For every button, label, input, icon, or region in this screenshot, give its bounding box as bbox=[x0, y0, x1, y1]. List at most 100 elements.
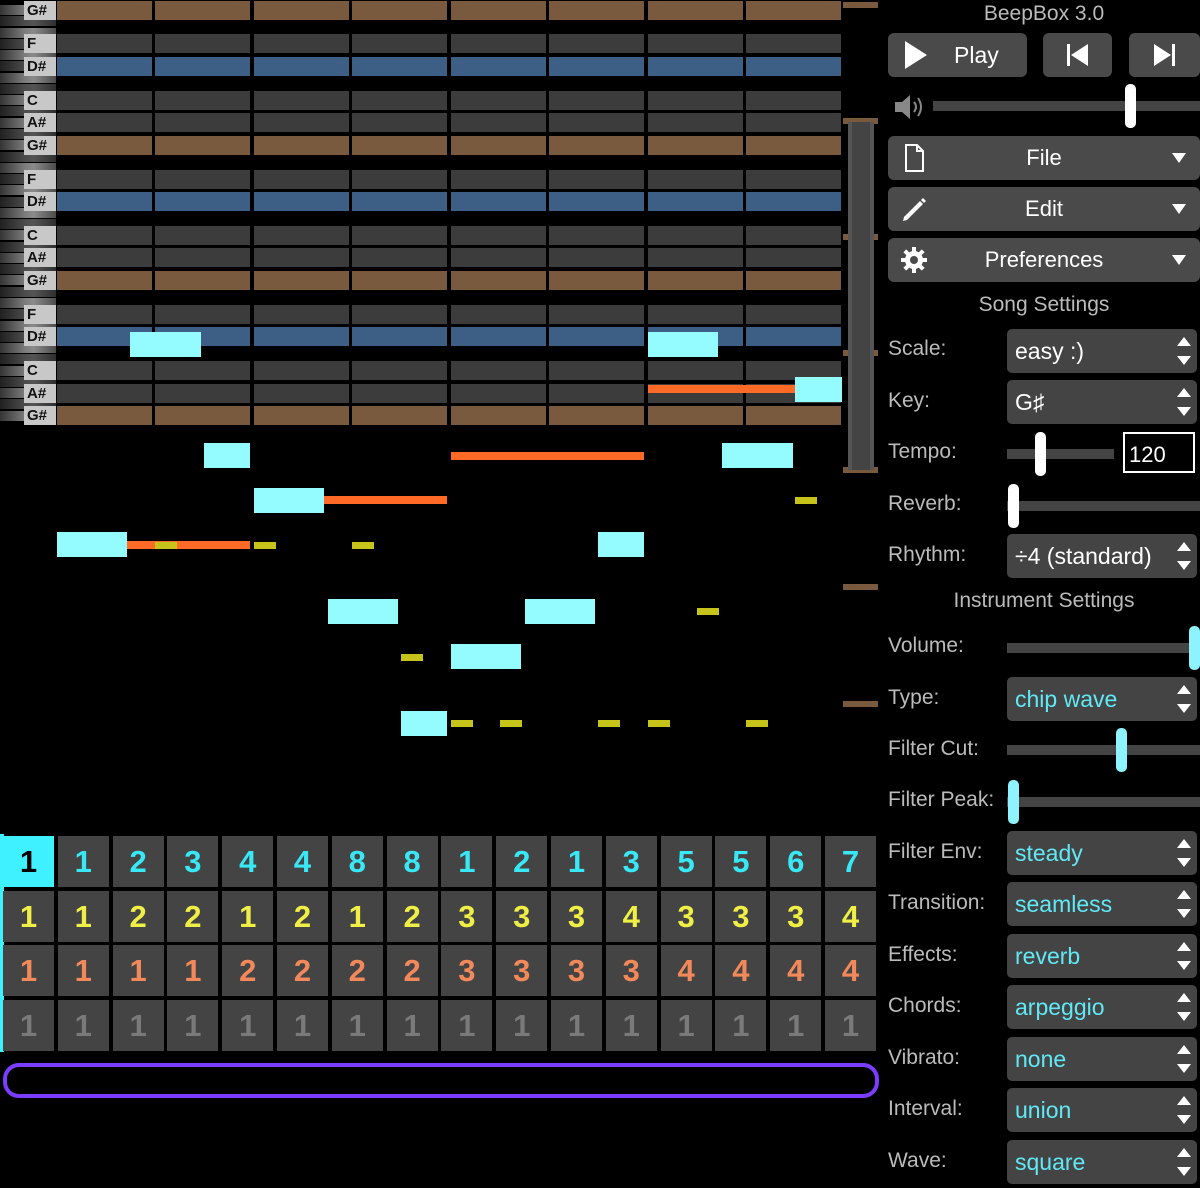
scale-select[interactable]: easy :) bbox=[1007, 329, 1197, 373]
track-pattern-cell[interactable]: 2 bbox=[112, 890, 164, 942]
instrument-volume-track[interactable] bbox=[1007, 643, 1200, 653]
track-pattern-cell[interactable]: 1 bbox=[441, 836, 493, 887]
pitch-row-cell[interactable] bbox=[254, 327, 349, 347]
pitch-row-cell[interactable] bbox=[451, 90, 546, 110]
pitch-row-cell[interactable] bbox=[254, 361, 349, 381]
pitch-row-cell[interactable] bbox=[746, 225, 841, 245]
track-pattern-cell[interactable]: 2 bbox=[277, 890, 328, 942]
pitch-row-cell[interactable] bbox=[549, 0, 644, 20]
reverb-slider-track[interactable] bbox=[1007, 501, 1200, 511]
pitch-row-cell[interactable] bbox=[549, 135, 644, 155]
pitch-row-cell[interactable] bbox=[746, 327, 841, 347]
note[interactable] bbox=[204, 443, 250, 468]
pitch-row-cell[interactable] bbox=[57, 169, 152, 189]
pitch-row-cell[interactable] bbox=[746, 113, 841, 133]
pitch-row-cell[interactable] bbox=[57, 192, 152, 212]
track-pattern-cell[interactable]: 2 bbox=[277, 945, 328, 996]
pitch-row-cell[interactable] bbox=[451, 361, 546, 381]
filter-env-select[interactable]: steady bbox=[1007, 831, 1197, 875]
track-pattern-cell[interactable]: 1 bbox=[112, 945, 164, 996]
pitch-row-cell[interactable] bbox=[352, 361, 447, 381]
track-pattern-cell[interactable]: 3 bbox=[660, 890, 712, 942]
track-pattern-cell[interactable]: 3 bbox=[167, 836, 219, 887]
pitch-row-cell[interactable] bbox=[155, 169, 250, 189]
pattern-editor[interactable]: G# F D# C A# G# F D# C A# G# F D# C A# G# bbox=[0, 0, 880, 830]
track-pattern-cell[interactable]: 1 bbox=[57, 890, 109, 942]
pitch-row-cell[interactable] bbox=[352, 327, 447, 347]
pitch-row-cell[interactable] bbox=[155, 0, 250, 20]
pitch-row-cell[interactable] bbox=[451, 406, 546, 426]
pitch-row-cell[interactable] bbox=[549, 383, 644, 403]
track-pattern-cell[interactable]: 5 bbox=[660, 836, 712, 887]
pitch-row-cell[interactable] bbox=[648, 304, 743, 324]
pitch-row-cell[interactable] bbox=[57, 248, 152, 268]
pitch-row-cell[interactable] bbox=[648, 225, 743, 245]
pitch-row-cell[interactable] bbox=[352, 248, 447, 268]
interval-select[interactable]: union bbox=[1007, 1088, 1197, 1132]
pitch-row-cell[interactable] bbox=[254, 270, 349, 290]
pitch-row-cell[interactable] bbox=[254, 248, 349, 268]
pitch-row-cell[interactable] bbox=[155, 225, 250, 245]
play-button[interactable]: Play bbox=[888, 33, 1027, 77]
pitch-row-cell[interactable] bbox=[746, 304, 841, 324]
pitch-row-cell[interactable] bbox=[254, 135, 349, 155]
pitch-row-cell[interactable] bbox=[451, 327, 546, 347]
pitch-row-cell[interactable] bbox=[648, 34, 743, 54]
pitch-row-cell[interactable] bbox=[254, 56, 349, 76]
track-pattern-cell[interactable]: 3 bbox=[441, 890, 493, 942]
track-pattern-cell[interactable]: 4 bbox=[715, 945, 767, 996]
note-bend[interactable] bbox=[127, 541, 250, 549]
track-pattern-cell[interactable]: 5 bbox=[715, 836, 767, 887]
track-pattern-cell[interactable]: 3 bbox=[770, 890, 822, 942]
pitch-row-cell[interactable] bbox=[352, 169, 447, 189]
pitch-row-cell[interactable] bbox=[451, 383, 546, 403]
pitch-row-cell[interactable] bbox=[254, 0, 349, 20]
pitch-row-cell[interactable] bbox=[352, 113, 447, 133]
filter-cut-thumb[interactable] bbox=[1116, 728, 1127, 772]
note[interactable] bbox=[401, 711, 447, 736]
pitch-row-cell[interactable] bbox=[57, 113, 152, 133]
pitch-row-cell[interactable] bbox=[352, 0, 447, 20]
transition-select[interactable]: seamless bbox=[1007, 882, 1197, 926]
pitch-row-cell[interactable] bbox=[648, 406, 743, 426]
pitch-row-cell[interactable] bbox=[746, 270, 841, 290]
pitch-row-cell[interactable] bbox=[155, 34, 250, 54]
pitch-row-cell[interactable] bbox=[549, 113, 644, 133]
previous-bar-button[interactable] bbox=[1043, 33, 1112, 77]
track-pattern-cell[interactable]: 3 bbox=[605, 945, 657, 996]
pitch-row-cell[interactable] bbox=[451, 192, 546, 212]
pitch-row-cell[interactable] bbox=[254, 113, 349, 133]
pitch-row-cell[interactable] bbox=[57, 56, 152, 76]
pitch-row-cell[interactable] bbox=[254, 406, 349, 426]
pitch-row-cell[interactable] bbox=[549, 406, 644, 426]
track-pattern-cell[interactable]: 1 bbox=[441, 999, 493, 1051]
pitch-row-cell[interactable] bbox=[648, 113, 743, 133]
pitch-row-cell[interactable] bbox=[57, 225, 152, 245]
track-pattern-cell[interactable]: 1 bbox=[57, 945, 109, 996]
reverb-slider-thumb[interactable] bbox=[1008, 484, 1019, 528]
track-pattern-cell[interactable]: 1 bbox=[222, 999, 274, 1051]
pitch-row-cell[interactable] bbox=[648, 192, 743, 212]
pitch-row-cell[interactable] bbox=[254, 192, 349, 212]
type-select[interactable]: chip wave bbox=[1007, 677, 1197, 721]
track-pattern-cell[interactable]: 1 bbox=[770, 999, 822, 1051]
track-pattern-cell[interactable]: 6 bbox=[770, 836, 822, 887]
pitch-row-cell[interactable] bbox=[352, 56, 447, 76]
pitch-row-cell[interactable] bbox=[254, 304, 349, 324]
instrument-volume-thumb[interactable] bbox=[1189, 626, 1200, 670]
pitch-row-cell[interactable] bbox=[451, 304, 546, 324]
track-pattern-cell[interactable]: 1 bbox=[167, 999, 219, 1051]
pitch-row-cell[interactable] bbox=[451, 113, 546, 133]
note[interactable] bbox=[328, 599, 398, 624]
vibrato-select[interactable]: none bbox=[1007, 1037, 1197, 1081]
track-pattern-cell[interactable]: 3 bbox=[496, 945, 548, 996]
pitch-row-cell[interactable] bbox=[648, 90, 743, 110]
note[interactable] bbox=[648, 332, 718, 357]
track-pattern-cell[interactable]: 8 bbox=[386, 836, 438, 887]
track-pattern-cell[interactable]: 1 bbox=[660, 999, 712, 1051]
pitch-row-cell[interactable] bbox=[451, 0, 546, 20]
pitch-row-cell[interactable] bbox=[549, 304, 644, 324]
pitch-row-cell[interactable] bbox=[57, 406, 152, 426]
track-pattern-cell[interactable]: 8 bbox=[331, 836, 383, 887]
pitch-row-cell[interactable] bbox=[155, 113, 250, 133]
